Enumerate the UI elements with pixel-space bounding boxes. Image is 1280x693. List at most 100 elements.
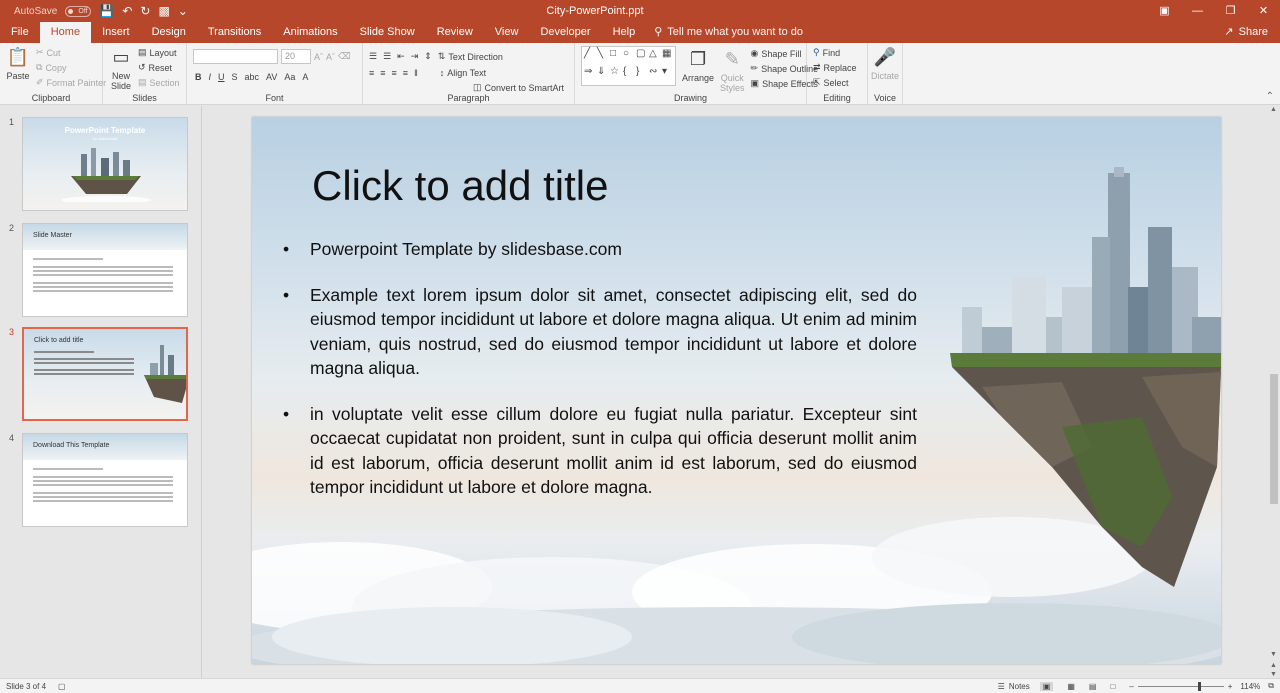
- customize-qat-icon[interactable]: ⌄: [178, 5, 188, 17]
- slide-thumbnail-2[interactable]: Slide Master: [22, 223, 188, 317]
- bold-icon[interactable]: B: [195, 69, 202, 84]
- slide-thumbnail-4[interactable]: Download This Template: [22, 433, 188, 527]
- more-shapes-icon[interactable]: ▾: [662, 67, 673, 83]
- brace-shape-icon[interactable]: }: [636, 67, 647, 83]
- cut-button[interactable]: ✂ Cut: [36, 45, 106, 60]
- scroll-up-icon[interactable]: ▲: [1270, 106, 1277, 113]
- line-shape-icon[interactable]: ╱: [584, 49, 595, 65]
- arrow-shape-icon[interactable]: ⇒: [584, 67, 595, 83]
- increase-indent-icon[interactable]: ⇥: [411, 49, 419, 64]
- notes-button[interactable]: ☰ Notes: [998, 682, 1030, 691]
- slide-sorter-icon[interactable]: ▦: [1067, 682, 1075, 691]
- tab-insert[interactable]: Insert: [91, 22, 141, 43]
- tab-animations[interactable]: Animations: [272, 22, 348, 43]
- grow-font-icon[interactable]: Aˆ: [314, 49, 323, 64]
- section-button[interactable]: ▤ Section: [138, 75, 180, 90]
- italic-icon[interactable]: I: [209, 69, 212, 84]
- align-right-icon[interactable]: ≡: [392, 65, 397, 80]
- zoom-in-icon[interactable]: +: [1228, 682, 1233, 691]
- oval-shape-icon[interactable]: ○: [623, 49, 634, 65]
- shrink-font-icon[interactable]: Aˇ: [326, 49, 335, 64]
- tab-view[interactable]: View: [484, 22, 530, 43]
- replace-button[interactable]: ⇄ Replace: [813, 60, 861, 75]
- redo-icon[interactable]: ↻: [140, 5, 150, 17]
- spellcheck-icon[interactable]: ▢: [58, 682, 66, 691]
- previous-slide-icon[interactable]: ▲: [1270, 662, 1277, 669]
- align-text-button[interactable]: ↕ Align Text: [440, 65, 486, 80]
- align-left-icon[interactable]: ≡: [369, 65, 374, 80]
- spacing-icon[interactable]: AV: [266, 69, 277, 84]
- presentation-icon[interactable]: ▩: [158, 5, 169, 17]
- dictate-button[interactable]: 🎤 Dictate: [871, 45, 899, 81]
- text-direction-button[interactable]: ⇅ Text Direction: [438, 49, 503, 64]
- brace-shape-icon[interactable]: {: [623, 67, 634, 83]
- bullets-icon[interactable]: ☰: [369, 49, 377, 64]
- share-button[interactable]: ↗ Share: [1224, 22, 1268, 43]
- curve-shape-icon[interactable]: ∾: [649, 67, 660, 83]
- autosave-toggle[interactable]: Off: [65, 5, 92, 17]
- collapse-ribbon-icon[interactable]: ⌃: [1266, 91, 1274, 102]
- columns-icon[interactable]: ‖: [414, 65, 418, 80]
- next-slide-icon[interactable]: ▼: [1270, 671, 1277, 678]
- justify-icon[interactable]: ≡: [403, 65, 408, 80]
- slide-canvas[interactable]: Click to add title Powerpoint Template b…: [252, 117, 1221, 664]
- reset-button[interactable]: ↺ Reset: [138, 60, 180, 75]
- align-center-icon[interactable]: ≡: [380, 65, 385, 80]
- minimize-icon[interactable]: —: [1181, 0, 1214, 22]
- scroll-down-icon[interactable]: ▼: [1270, 651, 1277, 658]
- zoom-slider[interactable]: [1137, 681, 1224, 691]
- find-button[interactable]: ⚲ Find: [813, 45, 861, 60]
- vertical-scrollbar[interactable]: ▲ ▼ ▲ ▼: [1268, 106, 1280, 678]
- underline-icon[interactable]: U: [218, 69, 225, 84]
- reading-view-icon[interactable]: ▤: [1089, 682, 1097, 691]
- font-size-combo[interactable]: 20: [281, 49, 311, 64]
- arrow-shape-icon[interactable]: ⇓: [597, 67, 608, 83]
- slide-thumbnail-1[interactable]: PowerPoint Template by slidesbase: [22, 117, 188, 211]
- ribbon-display-icon[interactable]: ▣: [1148, 0, 1181, 22]
- slide-body-text[interactable]: Powerpoint Template by slidesbase.com Ex…: [283, 237, 917, 521]
- line-shape-icon[interactable]: ╲: [597, 49, 608, 65]
- tab-help[interactable]: Help: [602, 22, 647, 43]
- normal-view-icon[interactable]: ▣: [1039, 681, 1054, 691]
- fit-slide-icon[interactable]: ⧉: [1268, 681, 1274, 691]
- zoom-level[interactable]: 114%: [1240, 682, 1260, 691]
- tab-review[interactable]: Review: [426, 22, 484, 43]
- star-shape-icon[interactable]: ☆: [610, 67, 621, 83]
- save-icon[interactable]: 💾: [99, 5, 114, 17]
- decrease-indent-icon[interactable]: ⇤: [397, 49, 405, 64]
- zoom-out-icon[interactable]: –: [1129, 682, 1133, 691]
- rounded-rect-icon[interactable]: ▢: [636, 49, 647, 65]
- shadow-icon[interactable]: S: [232, 69, 238, 84]
- numbering-icon[interactable]: ☰: [383, 49, 391, 64]
- line-spacing-icon[interactable]: ⇕: [424, 49, 432, 64]
- triangle-shape-icon[interactable]: △: [649, 49, 660, 65]
- copy-button[interactable]: ⧉ Copy: [36, 60, 106, 75]
- case-icon[interactable]: Aa: [284, 69, 295, 84]
- tab-file[interactable]: File: [0, 22, 40, 43]
- slideshow-view-icon[interactable]: □: [1110, 682, 1115, 691]
- tab-transitions[interactable]: Transitions: [197, 22, 272, 43]
- rectangle-shape-icon[interactable]: □: [610, 49, 621, 65]
- tab-slide-show[interactable]: Slide Show: [349, 22, 426, 43]
- zoom-slider-handle[interactable]: [1197, 681, 1201, 691]
- font-name-combo[interactable]: [193, 49, 278, 64]
- undo-icon[interactable]: ↶: [122, 5, 132, 17]
- font-color-icon[interactable]: A: [302, 69, 308, 84]
- tab-home[interactable]: Home: [39, 22, 92, 43]
- close-icon[interactable]: ✕: [1247, 0, 1280, 22]
- tab-developer[interactable]: Developer: [529, 22, 601, 43]
- textbox-shape-icon[interactable]: ▦: [662, 49, 673, 65]
- scrollbar-thumb[interactable]: [1270, 374, 1278, 504]
- tab-design[interactable]: Design: [141, 22, 197, 43]
- shapes-gallery[interactable]: ╱ ╲ □ ○ ▢ △ ▦ ⇒ ⇓ ☆{} ∾ ▾: [581, 46, 676, 86]
- tell-me-box[interactable]: ⚲ Tell me what you want to do: [654, 22, 803, 43]
- slide-thumbnail-3[interactable]: Click to add title: [22, 327, 188, 421]
- layout-button[interactable]: ▤ Layout: [138, 45, 180, 60]
- select-label: Select: [823, 77, 849, 88]
- strikethrough-icon[interactable]: abc: [245, 69, 260, 84]
- slide-title[interactable]: Click to add title: [312, 162, 608, 210]
- select-button[interactable]: ⇱ Select: [813, 75, 861, 90]
- format-painter-button[interactable]: ✐ Format Painter: [36, 75, 106, 90]
- clear-format-icon[interactable]: ⌫: [338, 49, 351, 64]
- restore-icon[interactable]: ❐: [1214, 0, 1247, 22]
